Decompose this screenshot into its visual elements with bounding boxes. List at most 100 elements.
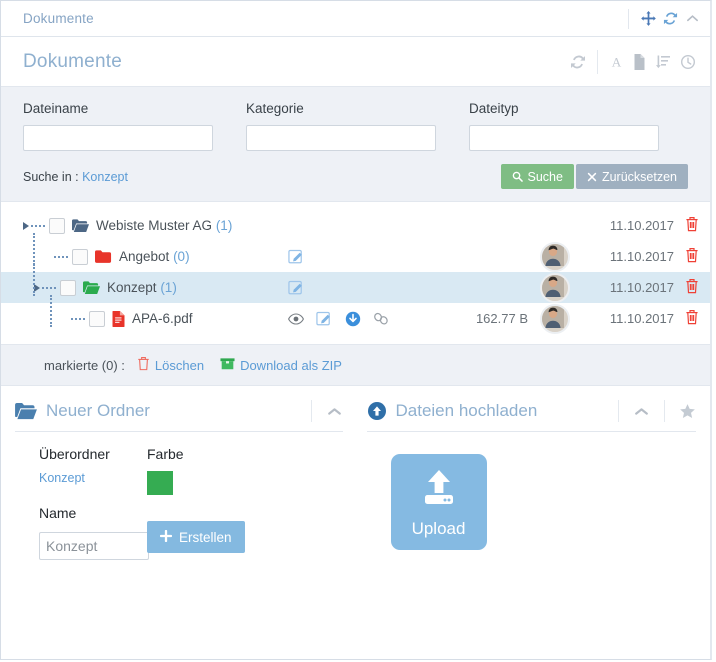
search-field-kategorie: Kategorie [246,101,465,151]
header-divider [618,400,619,422]
tree-node: Webiste Muster AG (1) [1,217,288,234]
window-titlebar: Dokumente [1,1,710,37]
tree-connector [42,286,56,289]
new-folder-form: Überordner Konzept Name Farbe Erstellen [15,432,357,560]
parent-folder-link[interactable]: Konzept [39,471,85,485]
avatar [540,272,570,303]
reset-button[interactable]: Zurücksetzen [575,164,688,189]
table-row[interactable]: Konzept (1) 11.10.2017 [1,263,710,303]
tree-connector [50,294,52,327]
collapse-icon[interactable] [685,11,700,26]
delete-icon[interactable] [674,309,710,328]
chevron-up-icon[interactable] [633,404,650,419]
row-actions [288,248,418,265]
star-icon[interactable] [679,403,696,420]
folder-open-icon [72,218,89,233]
tree-label-name: Webiste Muster AG [96,218,213,233]
search-panel: Dateiname Kategorie Dateityp Suche in : … [1,86,710,202]
parent-folder-label: Überordner [39,446,110,462]
row-checkbox[interactable] [72,248,88,265]
clock-icon[interactable] [680,54,696,70]
refresh-icon[interactable] [570,54,586,70]
search-footer: Suche in : Konzept Suche Zurücksetzen [23,164,688,189]
dateityp-input[interactable] [469,125,659,151]
edit-icon[interactable] [288,248,305,265]
dateityp-label: Dateityp [469,101,519,116]
delete-icon[interactable] [674,216,710,235]
row-avatar-cell [528,241,582,272]
tree-node: APA-6.pdf [1,294,288,327]
kategorie-input[interactable] [246,125,436,151]
table-row[interactable]: Webiste Muster AG (1) 11.10.2017 [1,210,710,241]
tree-connector [33,232,35,265]
dateiname-label: Dateiname [23,101,89,116]
parent-folder-value: Konzept [39,471,147,485]
toolbar-divider [597,49,598,74]
upload-button[interactable]: Upload [390,454,487,550]
file-icon[interactable] [633,53,646,70]
avatar [540,241,570,272]
font-icon[interactable]: A [609,54,624,70]
tree-label: Konzept (1) [107,280,177,295]
row-avatar-cell [528,272,582,303]
color-swatch[interactable] [147,471,173,495]
create-folder-label: Erstellen [179,529,232,545]
tree-connector [71,317,85,320]
panel-header: Dokumente A [1,37,710,86]
new-folder-panel: Neuer Ordner Überordner Konzept Name Far… [1,386,357,560]
svg-text:A: A [612,54,622,69]
folder-open-icon [83,280,100,295]
search-scope-label: Suche in : [23,169,79,184]
tree-label-count: (1) [160,280,177,295]
link-icon[interactable] [373,312,390,326]
zip-archive-icon [220,357,235,374]
create-folder-button[interactable]: Erstellen [147,521,245,553]
search-fields: Dateiname Kategorie Dateityp [23,101,688,151]
search-scope: Suche in : Konzept [23,170,501,184]
header-divider [664,400,665,422]
folder-color-group: Farbe Erstellen [147,446,287,560]
row-date: 11.10.2017 [609,311,674,326]
dateiname-input[interactable] [23,125,213,151]
window-title: Dokumente [23,11,94,26]
row-size: 162.77 B [475,311,528,326]
download-zip-label: Download als ZIP [240,357,342,373]
chevron-up-icon[interactable] [326,404,343,419]
selection-actionbar: markierte (0) : Löschen Download als ZIP [1,344,710,386]
download-icon[interactable] [345,311,361,327]
tree-label: APA-6.pdf [132,311,193,326]
expand-caret-icon[interactable] [23,221,29,230]
row-checkbox[interactable] [60,279,76,296]
row-checkbox[interactable] [49,217,65,234]
move-icon[interactable] [641,11,656,26]
table-row[interactable]: APA-6.pdf 162.77 B 11.10.2017 [1,294,710,334]
documents-widget: Dokumente Dokumente A Dateiname Kategori… [0,0,712,660]
row-actions [288,279,418,296]
upload-header: Dateien hochladen [366,400,696,432]
folder-name-input[interactable] [39,532,149,560]
row-checkbox[interactable] [89,310,105,327]
row-date: 11.10.2017 [609,218,674,233]
delete-icon[interactable] [674,247,710,266]
refresh-icon[interactable] [663,11,678,26]
eye-icon[interactable] [288,312,304,325]
search-scope-link[interactable]: Konzept [82,170,128,184]
sort-amount-down-icon[interactable] [655,54,671,70]
tree-label: Webiste Muster AG (1) [96,218,232,233]
delete-icon[interactable] [674,278,710,297]
new-folder-title: Neuer Ordner [46,401,150,420]
plus-icon [159,529,173,545]
search-button[interactable]: Suche [500,164,574,189]
parent-folder-group: Überordner Konzept Name [39,446,149,560]
folder-open-icon [15,402,37,420]
download-zip-link[interactable]: Download als ZIP [220,357,342,374]
edit-icon[interactable] [288,279,305,296]
window-tools [628,8,700,29]
delete-selected-link[interactable]: Löschen [137,356,204,374]
search-button-label: Suche [527,169,563,184]
edit-icon[interactable] [316,310,333,327]
table-row[interactable]: Angebot (0) 11.10.2017 [1,232,710,272]
upload-title: Dateien hochladen [395,401,538,420]
kategorie-label: Kategorie [246,101,304,116]
panel-toolbar: A [570,49,696,75]
